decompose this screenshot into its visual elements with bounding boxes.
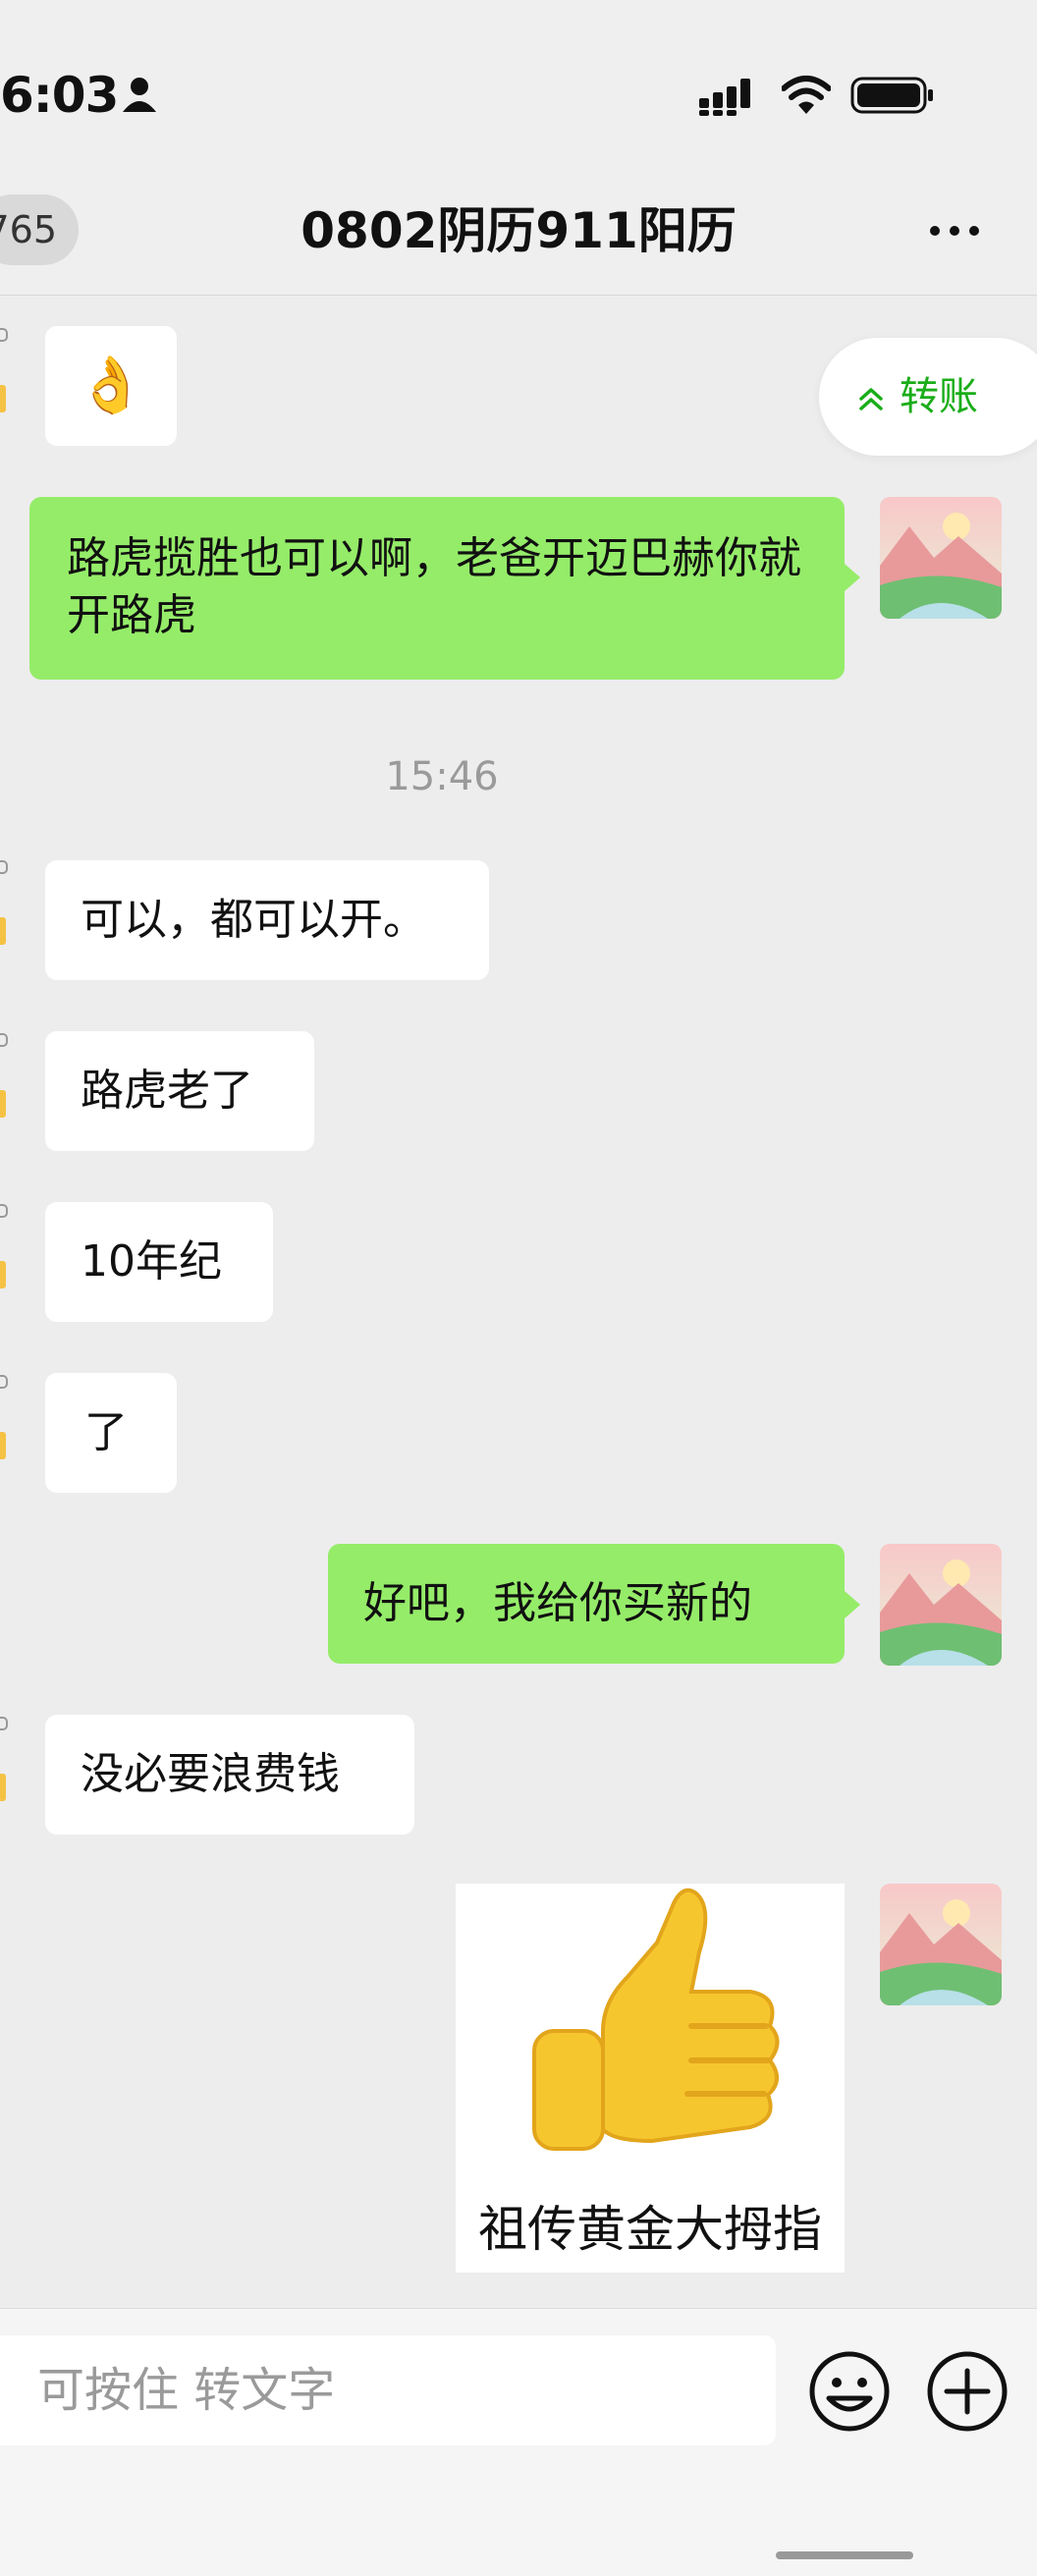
message-text: 可以，都可以开。 bbox=[81, 895, 426, 945]
home-indicator bbox=[776, 2551, 913, 2559]
message-bubble[interactable]: 好吧，我给你买新的 bbox=[328, 1544, 845, 1664]
message-bubble[interactable]: 👌 bbox=[45, 326, 177, 446]
cropped-avatar bbox=[0, 328, 8, 342]
chat-title: 0802阴历911阳历 bbox=[300, 202, 737, 259]
message-text: 10年纪 bbox=[81, 1236, 222, 1287]
avatar[interactable] bbox=[880, 1884, 1002, 2005]
bubble-tail bbox=[845, 1591, 860, 1618]
cropped-avatar bbox=[0, 1033, 8, 1047]
emoji-icon[interactable] bbox=[807, 2349, 892, 2434]
message-bubble[interactable]: 没必要浪费钱 bbox=[45, 1715, 414, 1835]
avatar[interactable] bbox=[880, 1544, 1002, 1666]
voice-text-input[interactable]: 可按住 转文字 bbox=[0, 2335, 776, 2445]
message-bubble[interactable]: 10年纪 bbox=[45, 1202, 273, 1322]
message-text: 路虎老了 bbox=[81, 1066, 253, 1116]
cropped-avatar bbox=[0, 1090, 6, 1118]
plus-icon[interactable] bbox=[925, 2349, 1010, 2434]
cropped-avatar bbox=[0, 917, 6, 945]
chevron-up-icon bbox=[859, 388, 883, 411]
cropped-avatar bbox=[0, 1261, 6, 1288]
cropped-avatar bbox=[0, 1375, 8, 1389]
cropped-avatar bbox=[0, 1432, 6, 1459]
sticker-caption: 祖传黄金大拇指 bbox=[478, 2201, 822, 2258]
person-icon bbox=[123, 78, 156, 112]
status-time: 6:03 bbox=[0, 67, 119, 124]
cropped-avatar bbox=[0, 1717, 8, 1730]
ok-hand-emoji: 👌 bbox=[77, 354, 145, 417]
signal-icon bbox=[699, 79, 750, 116]
more-icon[interactable] bbox=[925, 216, 984, 246]
cropped-avatar bbox=[0, 385, 6, 412]
avatar[interactable] bbox=[880, 497, 1002, 619]
message-text: 好吧，我给你买新的 bbox=[363, 1578, 752, 1628]
message-bubble[interactable]: 路虎揽胜也可以啊，老爸开迈巴赫你就开路虎 bbox=[29, 497, 845, 680]
bubble-tail bbox=[845, 564, 860, 591]
wifi-icon bbox=[782, 76, 831, 114]
cropped-avatar bbox=[0, 1774, 6, 1801]
transfer-button[interactable]: 转账 bbox=[819, 338, 1037, 456]
message-bubble[interactable]: 可以，都可以开。 bbox=[45, 860, 489, 980]
message-bubble[interactable]: 了 bbox=[45, 1373, 177, 1493]
cropped-avatar bbox=[0, 1204, 8, 1218]
message-text: 路虎揽胜也可以啊，老爸开迈巴赫你就开路虎 bbox=[67, 533, 801, 640]
message-text: 没必要浪费钱 bbox=[81, 1749, 340, 1799]
battery-icon bbox=[850, 77, 933, 114]
message-text: 了 bbox=[84, 1407, 128, 1457]
thumbs-up-sticker bbox=[532, 1888, 780, 2151]
message-bubble[interactable]: 路虎老了 bbox=[45, 1031, 314, 1151]
transfer-label: 转账 bbox=[900, 374, 978, 419]
timestamp: 15:46 bbox=[385, 754, 499, 799]
cropped-avatar bbox=[0, 860, 8, 874]
